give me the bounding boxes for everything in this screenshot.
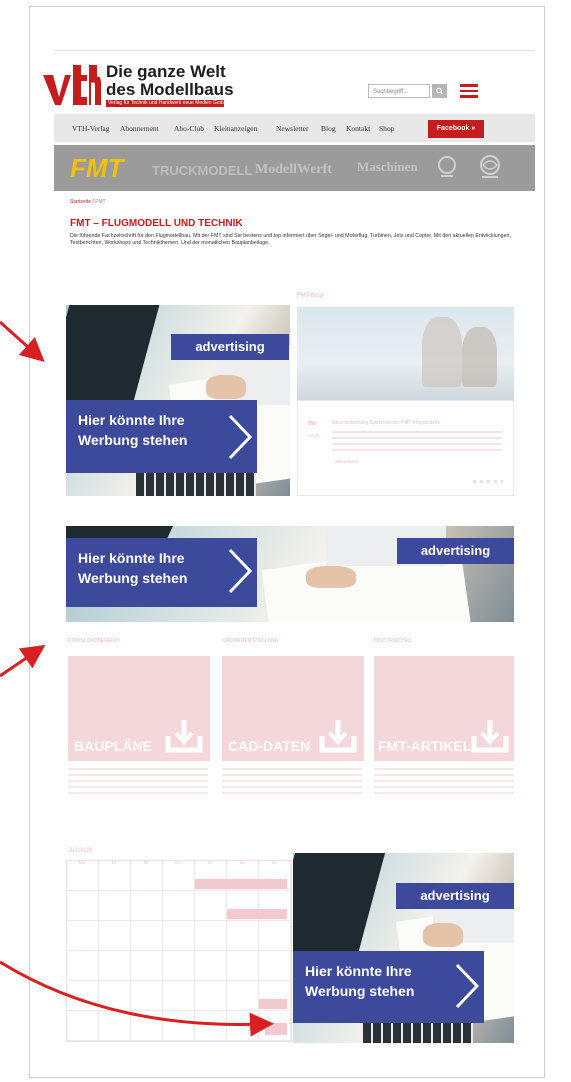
ad-label-1: advertising xyxy=(171,334,289,360)
section-artikel-heading: HISTORISCHES xyxy=(374,638,412,644)
calendar-event[interactable] xyxy=(259,999,287,1009)
page-intro: Die führende Fachzeitschrift für den Flu… xyxy=(70,233,511,246)
card-text-placeholder xyxy=(68,768,208,798)
weekday: Di xyxy=(111,860,117,865)
card-title-bauplaene: BAUPLÄNE xyxy=(74,738,152,754)
nav-item-blog[interactable]: Blog xyxy=(321,124,336,133)
hand-image xyxy=(306,566,356,588)
blog-pagination-dots[interactable] xyxy=(473,480,503,483)
download-card-fmt-artikel[interactable]: FMT-ARTIKEL xyxy=(374,656,514,761)
nav-item-vth-verlag[interactable]: VTH-Verlag xyxy=(72,124,110,133)
download-icon xyxy=(471,720,509,753)
brand-maschinen[interactable]: Maschinen xyxy=(357,159,418,175)
hamburger-menu-icon[interactable] xyxy=(460,84,478,98)
nav-item-kleinanzeigen[interactable]: Kleinanzeigen xyxy=(214,124,257,133)
nav-item-newsletter[interactable]: Newsletter xyxy=(276,124,309,133)
person-image-2 xyxy=(462,327,497,387)
calendar-month: Juli 2020 xyxy=(68,848,93,854)
breadcrumb: Startseite / FMT xyxy=(70,199,106,205)
download-card-bauplaene[interactable]: BAUPLÄNE xyxy=(68,656,210,761)
calendar-grid[interactable] xyxy=(66,860,292,1042)
nav-item-abonnement[interactable]: Abonnement xyxy=(120,124,159,133)
fmt-blog-image[interactable] xyxy=(297,307,514,400)
search-button[interactable] xyxy=(432,84,447,98)
calendar-event[interactable] xyxy=(195,879,287,889)
keyboard-image xyxy=(136,471,256,496)
blog-excerpt-placeholder xyxy=(332,431,502,453)
hand-image xyxy=(423,923,463,947)
ad-cta-box-2[interactable]: Hier könnte Ihre Werbung stehen xyxy=(66,538,257,607)
card-title-fmt-artikel: FMT-ARTIKEL xyxy=(378,738,472,754)
calendar-event[interactable] xyxy=(227,909,287,919)
card-text-placeholder xyxy=(374,768,514,798)
chevron-right-icon xyxy=(228,414,253,460)
download-card-cad[interactable]: CAD-DATEN xyxy=(222,656,364,761)
hand-image xyxy=(206,375,246,399)
download-icon xyxy=(319,720,357,753)
logo-line-1: Die ganze Welt xyxy=(106,62,226,81)
nav-item-kontakt[interactable]: Kontakt xyxy=(346,124,370,133)
blog-date-day: Mo xyxy=(308,421,317,427)
search-icon xyxy=(436,87,443,95)
blog-date-year: 2018 xyxy=(308,433,319,438)
ad-label-2: advertising xyxy=(397,538,514,564)
calendar-highlight[interactable] xyxy=(265,1023,287,1035)
laptop-image xyxy=(293,853,388,953)
weekday: Fr xyxy=(207,860,213,865)
person-image xyxy=(422,317,462,387)
blog-more-link[interactable]: › Weiterlesen xyxy=(332,459,358,464)
card-text-placeholder xyxy=(222,768,362,798)
brand-truckmodell[interactable]: TRUCKMODELL xyxy=(152,163,252,178)
weekday: Mi xyxy=(143,860,149,865)
weekday: Mo xyxy=(78,860,86,865)
weekday: Do xyxy=(175,860,181,865)
card-title-cad: CAD-DATEN xyxy=(228,738,311,754)
logo-tagline: Verlag für Technik und Handwerk neue Med… xyxy=(106,100,224,107)
calendar-weekdays: Mo Di Mi Do Fr Sa So xyxy=(66,860,290,869)
facebook-button[interactable]: Facebook » xyxy=(428,120,484,138)
fmt-blog-heading: FMT-Blog xyxy=(297,293,324,299)
section-downloads-heading: DOWNLOADBEREICH xyxy=(68,638,120,644)
ad-cta-box-3[interactable]: Hier könnte Ihre Werbung stehen xyxy=(293,951,484,1023)
header-divider xyxy=(54,50,535,51)
vth-logo-icon[interactable] xyxy=(41,61,101,107)
ad-cta-box-1[interactable]: Hier könnte Ihre Werbung stehen xyxy=(66,400,257,473)
nav-item-abo-club[interactable]: Abo-Club xyxy=(174,124,204,133)
blog-post-title[interactable]: Neuerscheinung Spektrum der FMT-Flugmode… xyxy=(332,420,440,426)
nav-item-shop[interactable]: Shop xyxy=(379,124,394,133)
ad-label-3: advertising xyxy=(396,883,514,909)
brand-emblem-icon[interactable] xyxy=(437,155,457,181)
weekday: So xyxy=(271,860,277,865)
brand-fmt[interactable]: FMT xyxy=(70,153,123,184)
breadcrumb-home[interactable]: Startseite xyxy=(70,199,91,205)
keyboard-image xyxy=(363,1021,473,1043)
page-title: FMT – FLUGMODELL UND TECHNIK xyxy=(70,218,243,229)
brand-globe-icon[interactable] xyxy=(478,155,502,181)
download-icon xyxy=(165,720,203,753)
blog-card[interactable]: Mo 2018 Neuerscheinung Spektrum der FMT-… xyxy=(297,400,514,496)
logo-line-2: des Modellbaus xyxy=(106,80,234,99)
section-cad-heading: CAD-BEREITSTELLUNG xyxy=(222,638,279,644)
chevron-right-icon xyxy=(455,963,480,1009)
search-input[interactable]: Suchbegriff... xyxy=(368,84,430,98)
breadcrumb-current: FMT xyxy=(95,199,106,205)
brand-modellwerft[interactable]: ModellWerft xyxy=(255,162,332,178)
weekday: Sa xyxy=(239,860,245,865)
chevron-right-icon xyxy=(228,548,253,594)
laptop-image xyxy=(66,305,163,415)
